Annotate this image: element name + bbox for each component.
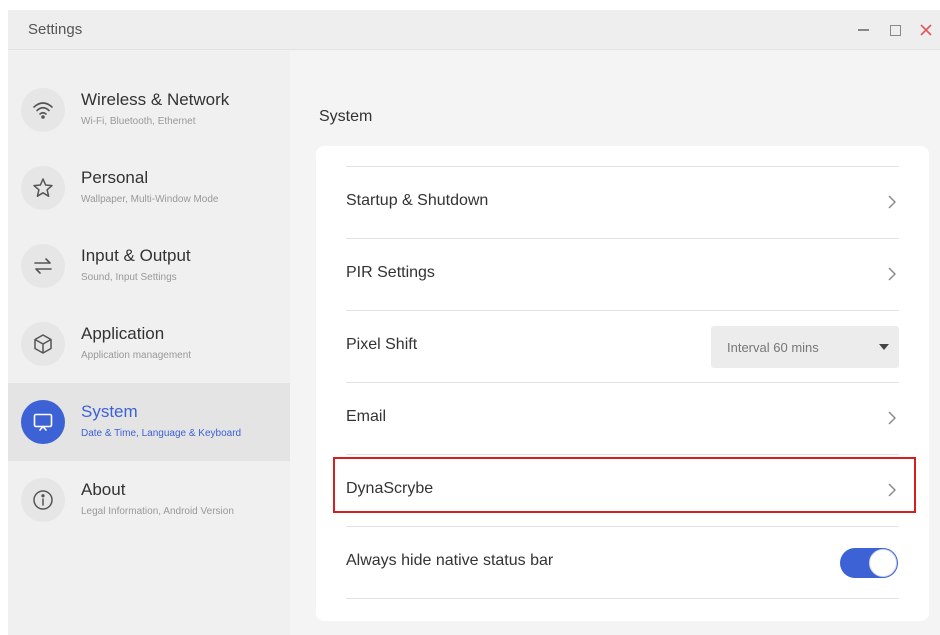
row-pir-settings[interactable]: PIR Settings xyxy=(346,239,899,309)
row-label: Pixel Shift xyxy=(346,336,418,353)
caret-down-icon xyxy=(879,344,889,350)
swap-arrows-icon xyxy=(21,244,65,288)
row-email[interactable]: Email xyxy=(346,383,899,453)
minimize-button[interactable] xyxy=(851,18,875,42)
divider xyxy=(346,598,899,599)
settings-card: Startup & Shutdown PIR Settings Pixel Sh… xyxy=(316,146,929,621)
row-label: PIR Settings xyxy=(346,264,435,281)
sidebar-item-title: System xyxy=(81,402,138,421)
sidebar-item-subtitle: Legal Information, Android Version xyxy=(81,506,234,517)
sidebar-item-system[interactable]: System Date & Time, Language & Keyboard xyxy=(8,383,290,461)
row-hide-status-bar: Always hide native status bar xyxy=(346,527,899,597)
sidebar-item-title: Wireless & Network xyxy=(81,90,230,109)
window-title: Settings xyxy=(28,21,83,38)
close-icon xyxy=(920,24,932,36)
sidebar-item-subtitle: Sound, Input Settings xyxy=(81,272,177,283)
cube-icon xyxy=(21,322,65,366)
sidebar-item-about[interactable]: About Legal Information, Android Version xyxy=(8,461,290,539)
title-bar: Settings xyxy=(8,10,940,50)
sidebar-item-application[interactable]: Application Application management xyxy=(8,305,290,383)
wifi-icon xyxy=(21,88,65,132)
hide-status-bar-toggle[interactable] xyxy=(840,548,898,578)
sidebar: Wireless & Network Wi-Fi, Bluetooth, Eth… xyxy=(8,51,290,635)
sidebar-item-subtitle: Wallpaper, Multi-Window Mode xyxy=(81,194,219,205)
sidebar-item-wireless-network[interactable]: Wireless & Network Wi-Fi, Bluetooth, Eth… xyxy=(8,71,290,149)
chevron-right-icon xyxy=(888,411,896,425)
sidebar-item-title: About xyxy=(81,480,126,499)
page-title: System xyxy=(319,108,373,125)
chevron-right-icon xyxy=(888,267,896,281)
star-icon xyxy=(21,166,65,210)
settings-window: Settings Wireless & Network Wi-Fi, Bluet… xyxy=(8,10,940,635)
row-pixel-shift: Pixel Shift Interval 60 mins xyxy=(346,311,899,381)
minimize-icon xyxy=(857,29,869,31)
row-dynascrybe[interactable]: DynaScrybe xyxy=(346,455,899,525)
monitor-icon xyxy=(21,400,65,444)
sidebar-item-subtitle: Wi-Fi, Bluetooth, Ethernet xyxy=(81,116,196,127)
close-button[interactable] xyxy=(914,18,938,42)
row-startup-shutdown[interactable]: Startup & Shutdown xyxy=(346,167,899,237)
pixel-shift-dropdown[interactable]: Interval 60 mins xyxy=(711,326,899,368)
maximize-icon xyxy=(889,24,901,36)
dropdown-value: Interval 60 mins xyxy=(727,340,819,355)
maximize-button[interactable] xyxy=(883,18,907,42)
sidebar-item-title: Input & Output xyxy=(81,246,191,265)
content-pane: System Startup & Shutdown PIR Settings P… xyxy=(290,51,940,635)
info-icon xyxy=(21,478,65,522)
sidebar-item-subtitle: Date & Time, Language & Keyboard xyxy=(81,428,242,439)
row-label: DynaScrybe xyxy=(346,480,434,497)
row-label: Startup & Shutdown xyxy=(346,192,489,209)
sidebar-item-subtitle: Application management xyxy=(81,350,192,361)
sidebar-item-title: Application xyxy=(81,324,165,343)
row-label: Email xyxy=(346,408,387,425)
sidebar-item-input-output[interactable]: Input & Output Sound, Input Settings xyxy=(8,227,290,305)
chevron-right-icon xyxy=(888,483,896,497)
sidebar-item-personal[interactable]: Personal Wallpaper, Multi-Window Mode xyxy=(8,149,290,227)
toggle-knob xyxy=(869,549,897,577)
sidebar-item-title: Personal xyxy=(81,168,149,187)
row-label: Always hide native status bar xyxy=(346,552,554,569)
chevron-right-icon xyxy=(888,195,896,209)
